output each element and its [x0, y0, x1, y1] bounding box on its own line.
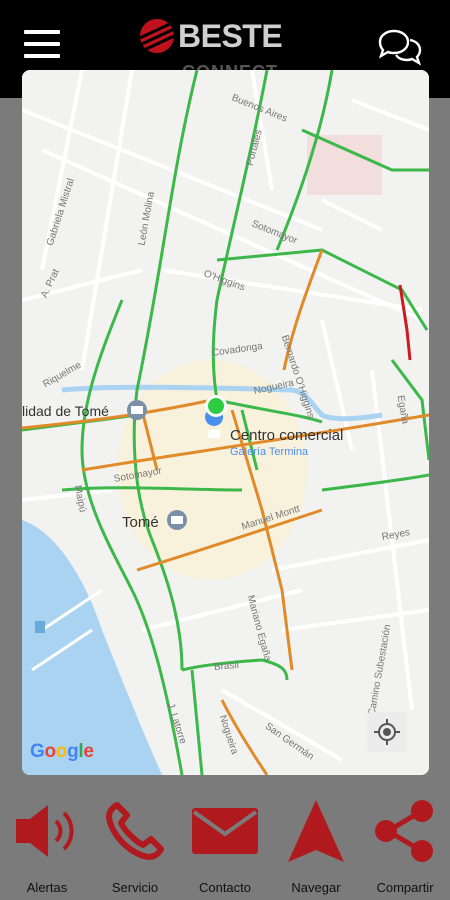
navigate-button[interactable]: Navegar: [271, 796, 361, 896]
navigate-arrow-icon: [271, 796, 361, 866]
chat-bubbles-icon[interactable]: [376, 28, 424, 68]
alerts-label: Alertas: [26, 880, 68, 895]
street-label: Brasil: [213, 659, 240, 673]
speaker-icon: [2, 796, 92, 866]
share-icon: [360, 796, 450, 866]
poi-label-municipality[interactable]: lidad de Tomé: [22, 403, 109, 419]
service-label: Servicio: [111, 880, 159, 895]
city-pin-icon[interactable]: [167, 510, 187, 530]
phone-icon: [90, 796, 180, 866]
service-button[interactable]: Servicio: [90, 796, 180, 896]
navigate-label: Navegar: [291, 880, 341, 895]
share-label: Compartir: [376, 880, 434, 895]
mail-icon: [180, 796, 270, 866]
alerts-button[interactable]: Alertas: [2, 796, 92, 896]
map-view[interactable]: Buenos Aires Portales Gabriela Mistral L…: [22, 70, 429, 775]
current-location-dot: [205, 395, 227, 417]
contact-button[interactable]: Contacto: [180, 796, 270, 896]
bottom-action-bar: Alertas Servicio Contacto Navegar Compar…: [0, 782, 450, 900]
google-attribution: Google: [30, 741, 94, 762]
contact-label: Contacto: [198, 880, 252, 895]
logo-mark: [140, 19, 174, 53]
municipality-pin-icon[interactable]: [127, 400, 147, 420]
poi-sublabel-mall: Galería Termina: [230, 446, 309, 458]
brand-logo: BESTE: [140, 16, 283, 56]
share-button[interactable]: Compartir: [360, 796, 450, 896]
hamburger-icon[interactable]: [24, 30, 60, 64]
crosshair-icon: [374, 719, 400, 745]
logo-text: BESTE: [178, 17, 283, 54]
poi-label-city[interactable]: Tomé: [122, 514, 159, 531]
poi-label-mall[interactable]: Centro comercial: [230, 427, 343, 444]
app-root: BESTE CONNECT: [0, 0, 450, 900]
my-location-button[interactable]: [367, 712, 407, 752]
